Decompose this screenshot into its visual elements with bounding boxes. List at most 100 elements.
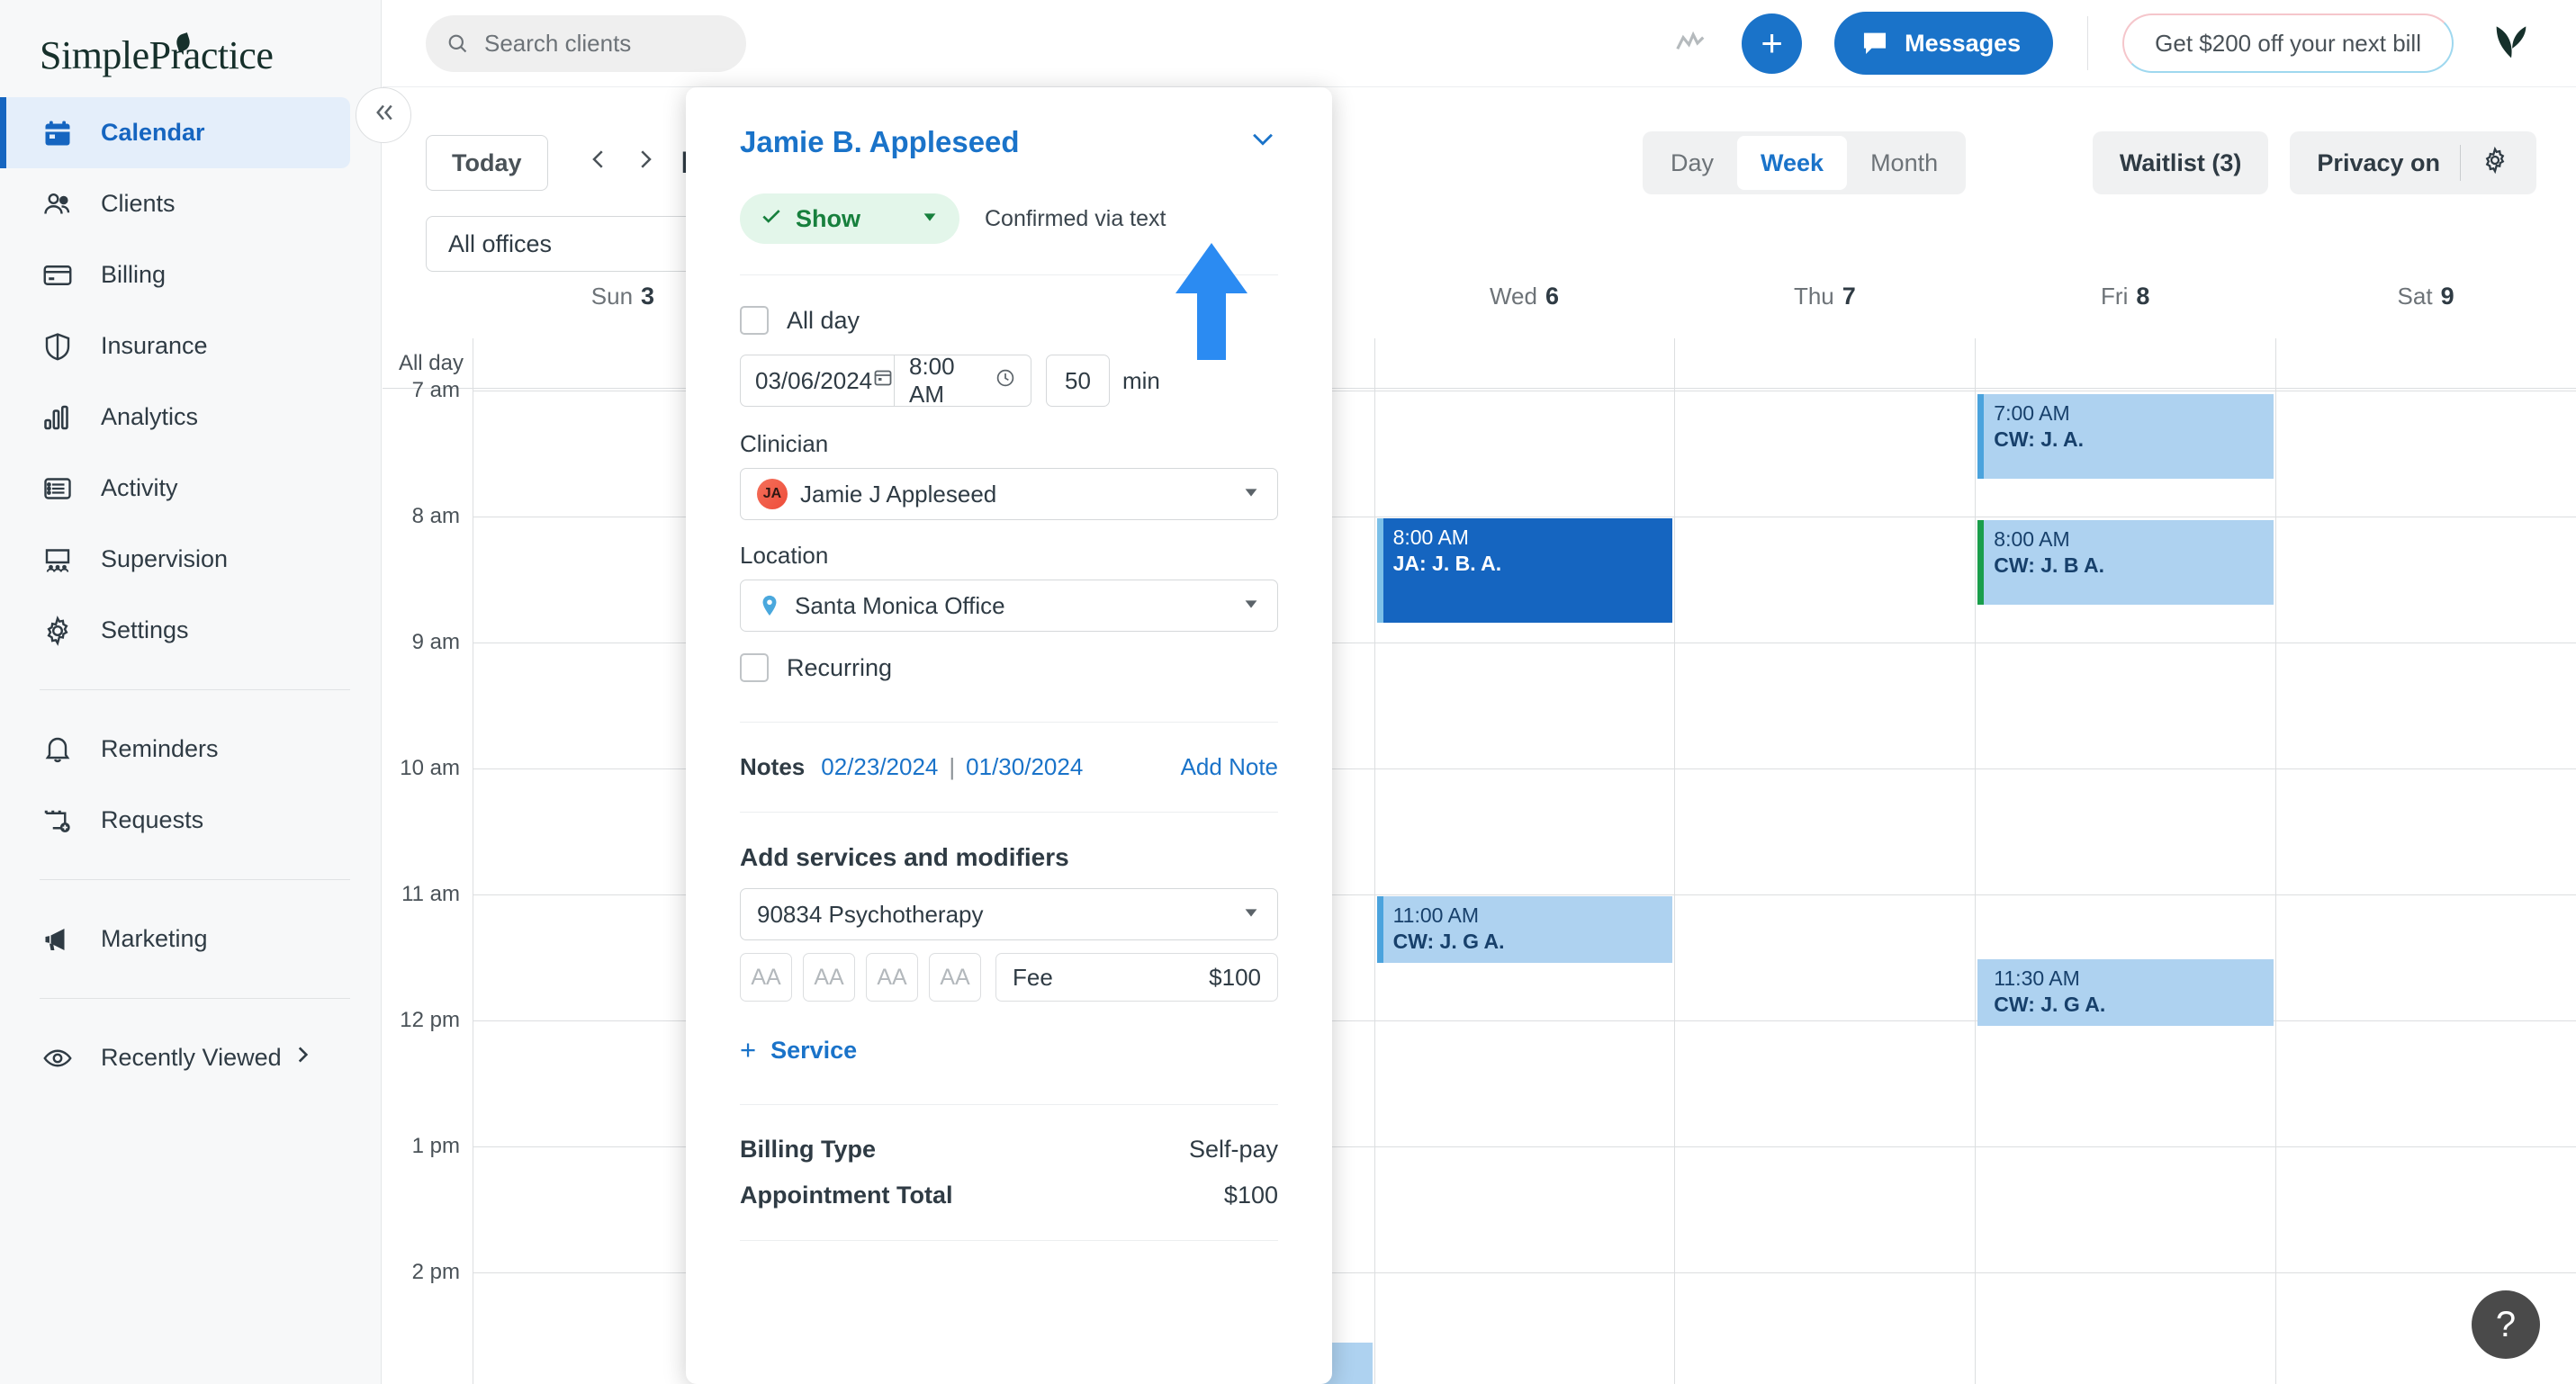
day-dow: Sun [590,283,634,310]
office-filter-value: All offices [448,229,553,257]
sidebar-item-analytics[interactable]: Analytics [0,382,350,453]
tab-day[interactable]: Day [1647,136,1737,190]
add-service-label: Service [770,1036,858,1064]
sidebar-item-insurance[interactable]: Insurance [0,310,350,382]
time-label: 7 am [411,378,460,402]
day-column-sat[interactable] [2275,389,2576,1384]
client-name-link[interactable]: Jamie B. Appleseed [740,125,1020,159]
privacy-button[interactable]: Privacy on [2290,131,2536,194]
appointment-time: 11:00 AM [1392,903,1480,927]
appointment-block[interactable]: 11:00 AM CW: J. G A. [1376,896,1673,963]
waitlist-button[interactable]: Waitlist (3) [2092,131,2269,194]
sidebar-item-label: Settings [101,616,189,643]
promo-button[interactable]: Get $200 off your next bill [2122,13,2454,73]
sidebar-item-recently-viewed[interactable]: Recently Viewed [0,1022,350,1093]
sidebar-divider-2 [40,879,350,880]
tab-month[interactable]: Month [1847,136,1961,190]
sidebar-item-calendar[interactable]: Calendar [0,97,350,168]
tab-week[interactable]: Week [1737,136,1848,190]
search-icon [446,31,470,56]
day-dow: Sat [2397,283,2433,310]
location-select[interactable]: Santa Monica Office [740,580,1278,632]
panel-divider-3 [740,812,1278,813]
all-day-cell[interactable] [1374,338,1675,388]
services-section-title: Add services and modifiers [740,843,1069,871]
note-link-2[interactable]: 01/30/2024 [966,753,1083,781]
recurring-checkbox-row: Recurring [740,653,1278,682]
day-header-sat[interactable]: Sat 9 [2275,277,2576,338]
map-pin-icon [757,593,782,618]
sidebar-item-activity[interactable]: Activity [0,453,350,524]
time-label: 8 am [411,504,460,528]
modifier-input-3[interactable]: AA [866,953,918,1002]
sidebar-item-requests[interactable]: Requests [0,785,350,856]
service-select[interactable]: 90834 Psychotherapy [740,888,1278,940]
messages-button[interactable]: Messages [1834,12,2054,75]
time-input[interactable]: 8:00 AM [895,353,1031,408]
collapse-sidebar-button[interactable] [356,87,411,143]
promo-label: Get $200 off your next bill [2155,29,2421,57]
modifier-placeholder: AA [877,964,907,990]
note-link-1[interactable]: 02/23/2024 [821,753,938,781]
shield-icon [40,328,76,364]
sidebar-primary-nav: Calendar Clients Billing Insurance Analy… [0,97,381,666]
next-week-button[interactable] [622,139,669,186]
check-icon [760,204,783,234]
day-header-wed[interactable]: Wed 6 [1374,277,1675,338]
trend-line-icon[interactable] [1673,26,1707,60]
appointment-block[interactable]: 8:00 AM JA: J. B. A. [1376,518,1673,623]
clock-icon[interactable] [995,367,1016,395]
add-note-button[interactable]: Add Note [1181,753,1278,781]
all-day-cell[interactable] [1674,338,1975,388]
tab-week-label: Week [1761,148,1824,176]
modifier-input-4[interactable]: AA [929,953,981,1002]
sidebar-divider-3 [40,998,350,999]
appointment-block[interactable]: 11:30 AM CW: J. G A. [1977,959,2274,1026]
chevron-right-icon [632,146,659,180]
today-button[interactable]: Today [426,135,548,191]
supervision-icon [40,542,76,578]
all-day-cell[interactable] [2275,338,2576,388]
day-column-fri[interactable]: 7:00 AM CW: J. A. 8:00 AM CW: J. B A. 11… [1975,389,2276,1384]
day-header-thu[interactable]: Thu 7 [1674,277,1975,338]
logo-text: SimplePractice [40,33,274,77]
appointment-title: CW: J. G A. [1392,930,1505,954]
time-label: 12 pm [400,1008,460,1032]
day-column-wed[interactable]: 8:00 AM JA: J. B. A. 11:00 AM CW: J. G A… [1374,389,1675,1384]
sidebar-item-reminders[interactable]: Reminders [0,714,350,785]
modifier-input-2[interactable]: AA [803,953,855,1002]
billing-type-label: Billing Type [740,1136,877,1163]
add-button[interactable]: + [1742,13,1803,74]
fee-input[interactable]: Fee $100 [995,953,1278,1002]
chevron-down-icon[interactable] [1247,123,1278,161]
gear-icon[interactable] [2481,146,2509,181]
all-day-cell[interactable] [1975,338,2275,388]
sidebar-item-marketing[interactable]: Marketing [0,903,350,975]
app-logo[interactable]: SimplePractice [0,0,381,97]
prev-week-button[interactable] [575,139,622,186]
date-input[interactable]: 03/06/2024 [740,355,895,407]
sidebar-item-billing[interactable]: Billing [0,239,350,310]
day-column-thu[interactable] [1674,389,1976,1384]
appointment-block[interactable]: 7:00 AM CW: J. A. [1977,394,2274,479]
plus-icon: + [740,1034,757,1065]
duration-input[interactable]: 50 [1046,355,1110,407]
recurring-checkbox[interactable] [740,653,769,682]
modifier-input-1[interactable]: AA [740,953,792,1002]
help-button[interactable]: ? [2472,1290,2540,1359]
all-day-checkbox[interactable] [740,306,769,335]
search-input[interactable]: Search clients [426,14,746,72]
sidebar-item-clients[interactable]: Clients [0,168,350,239]
day-header-fri[interactable]: Fri 8 [1975,277,2275,338]
status-select[interactable]: Show [740,193,959,244]
sidebar-item-settings[interactable]: Settings [0,595,350,666]
duration-value: 50 [1065,366,1091,394]
appointment-block[interactable]: 8:00 AM CW: J. B A. [1977,520,2274,605]
clinician-select[interactable]: JA Jamie J Appleseed [740,468,1278,520]
sidebar-item-supervision[interactable]: Supervision [0,524,350,595]
calendar-picker-icon[interactable] [872,367,894,395]
avatar[interactable] [2486,18,2536,68]
caret-down-icon [1241,903,1261,927]
day-dow: Thu [1793,283,1834,310]
add-service-button[interactable]: + Service [740,1034,1278,1066]
